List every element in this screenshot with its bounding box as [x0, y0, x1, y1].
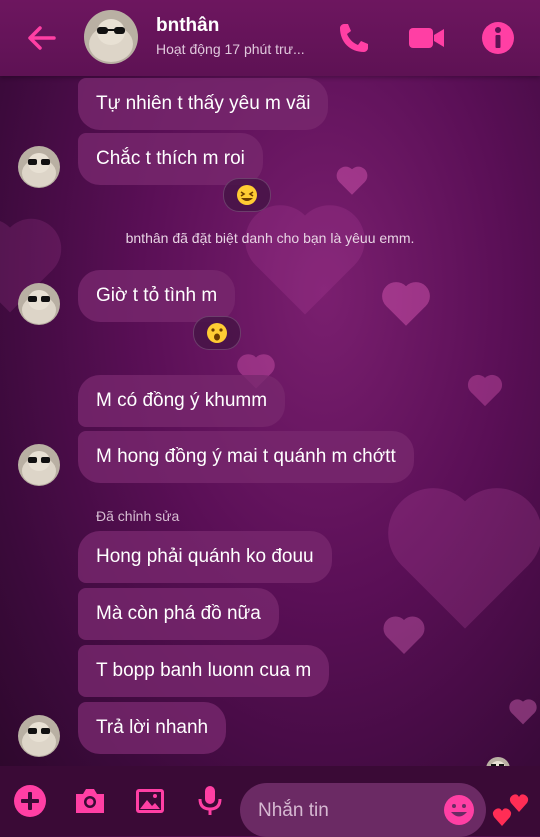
chat-header: bnthân Hoạt động 17 phút trư...	[0, 0, 540, 76]
message-bubble[interactable]: Chắc t thích m roi	[78, 133, 263, 185]
contact-avatar[interactable]	[84, 10, 138, 64]
message-bubble[interactable]: Trả lời nhanh	[78, 702, 227, 754]
background-heart	[401, 501, 529, 629]
background-heart	[339, 169, 365, 195]
message-bubble[interactable]: Mà còn phá đồ nữa	[78, 588, 279, 640]
phone-call-icon[interactable]	[334, 18, 374, 58]
message-bubble[interactable]: M có đồng ý khumm	[78, 375, 286, 427]
background-heart	[470, 377, 500, 407]
message-bubble[interactable]: Hong phải quánh ko đouu	[78, 531, 332, 583]
mic-icon[interactable]	[192, 783, 228, 819]
hearts-icon[interactable]	[492, 790, 532, 830]
nickname-system-note: bnthân đã đặt biệt danh cho bạn là yêuu …	[125, 230, 415, 246]
active-status: Hoạt động 17 phút trư...	[156, 41, 305, 57]
image-icon[interactable]	[132, 783, 168, 819]
plus-icon[interactable]	[12, 783, 48, 819]
sender-avatar[interactable]	[18, 715, 60, 757]
message-bubble[interactable]: Tự nhiên t thấy yêu m vãi	[78, 78, 329, 130]
reaction-badge[interactable]	[223, 178, 271, 212]
message-bubble[interactable]: Giờ t tỏ tình m	[78, 270, 236, 322]
message-bubble[interactable]: M hong đồng ý mai t quánh m chớtt	[78, 431, 414, 483]
contact-name[interactable]: bnthân	[156, 15, 219, 37]
message-input-placeholder: Nhắn tin	[258, 800, 329, 821]
sender-avatar[interactable]	[18, 283, 60, 325]
sender-avatar[interactable]	[18, 444, 60, 486]
background-heart	[387, 620, 421, 654]
edited-label: Đã chỉnh sửa	[96, 508, 180, 524]
surprised-emoji-icon	[207, 323, 227, 343]
back-arrow-icon[interactable]	[24, 20, 60, 56]
info-icon[interactable]	[478, 18, 518, 58]
emoji-icon[interactable]	[443, 794, 475, 826]
background-heart	[511, 701, 535, 725]
sender-avatar[interactable]	[18, 146, 60, 188]
grinning-squint-emoji-icon	[237, 185, 257, 205]
video-call-icon[interactable]	[406, 18, 446, 58]
reaction-badge[interactable]	[193, 316, 241, 350]
camera-icon[interactable]	[72, 783, 108, 819]
message-bubble[interactable]: T bopp banh luonn cua m	[78, 645, 330, 697]
background-heart	[386, 286, 426, 326]
